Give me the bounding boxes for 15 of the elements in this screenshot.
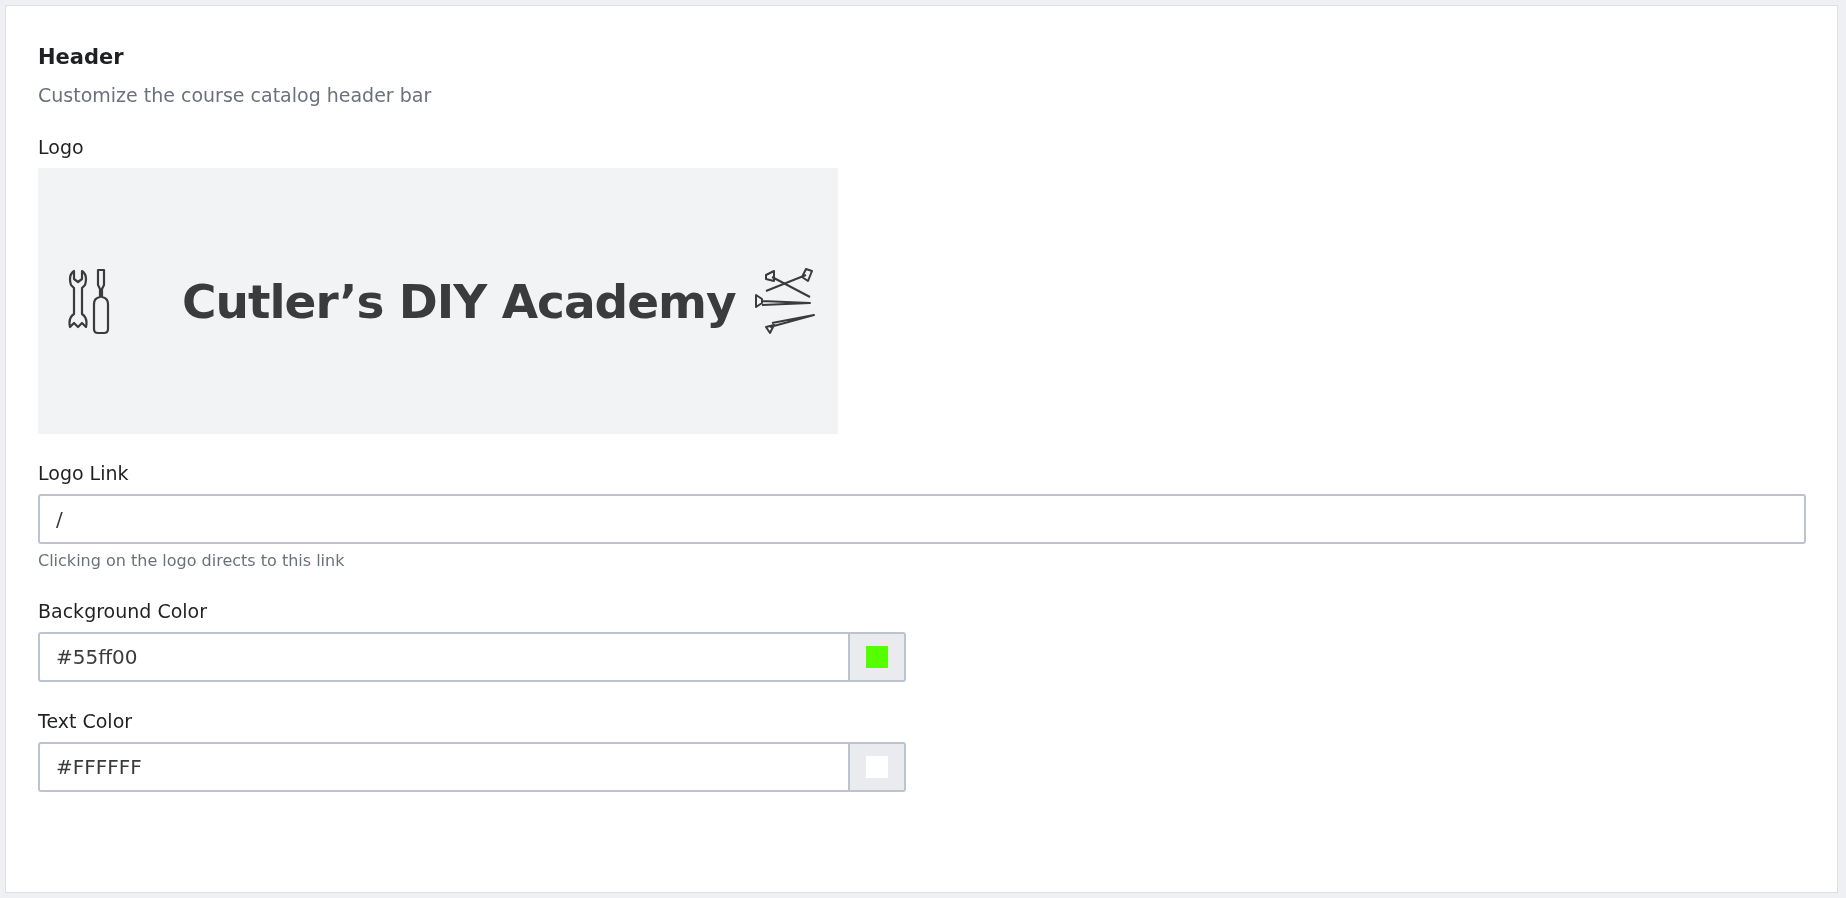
logo-text: Cutler’s DIY Academy bbox=[182, 273, 736, 329]
field-label: Background Color bbox=[38, 599, 208, 624]
field-hint: Clicking on the logo directs to this link bbox=[38, 550, 346, 572]
nails-icon bbox=[752, 266, 816, 336]
color-input[interactable]: #55ff00 bbox=[38, 632, 850, 682]
wrench-screwdriver-icon bbox=[68, 266, 112, 336]
field-label: Logo Link bbox=[38, 461, 130, 486]
color-picker-button[interactable] bbox=[850, 742, 906, 792]
link-input[interactable]: / bbox=[38, 494, 1806, 544]
color-picker-button[interactable] bbox=[850, 632, 906, 682]
section-title: Header bbox=[38, 44, 125, 71]
field-label: Text Color bbox=[38, 709, 134, 734]
field-label: Logo bbox=[38, 135, 85, 160]
color-input[interactable]: #FFFFFF bbox=[38, 742, 850, 792]
section-subtitle: Customize the course catalog header bar bbox=[38, 83, 433, 108]
